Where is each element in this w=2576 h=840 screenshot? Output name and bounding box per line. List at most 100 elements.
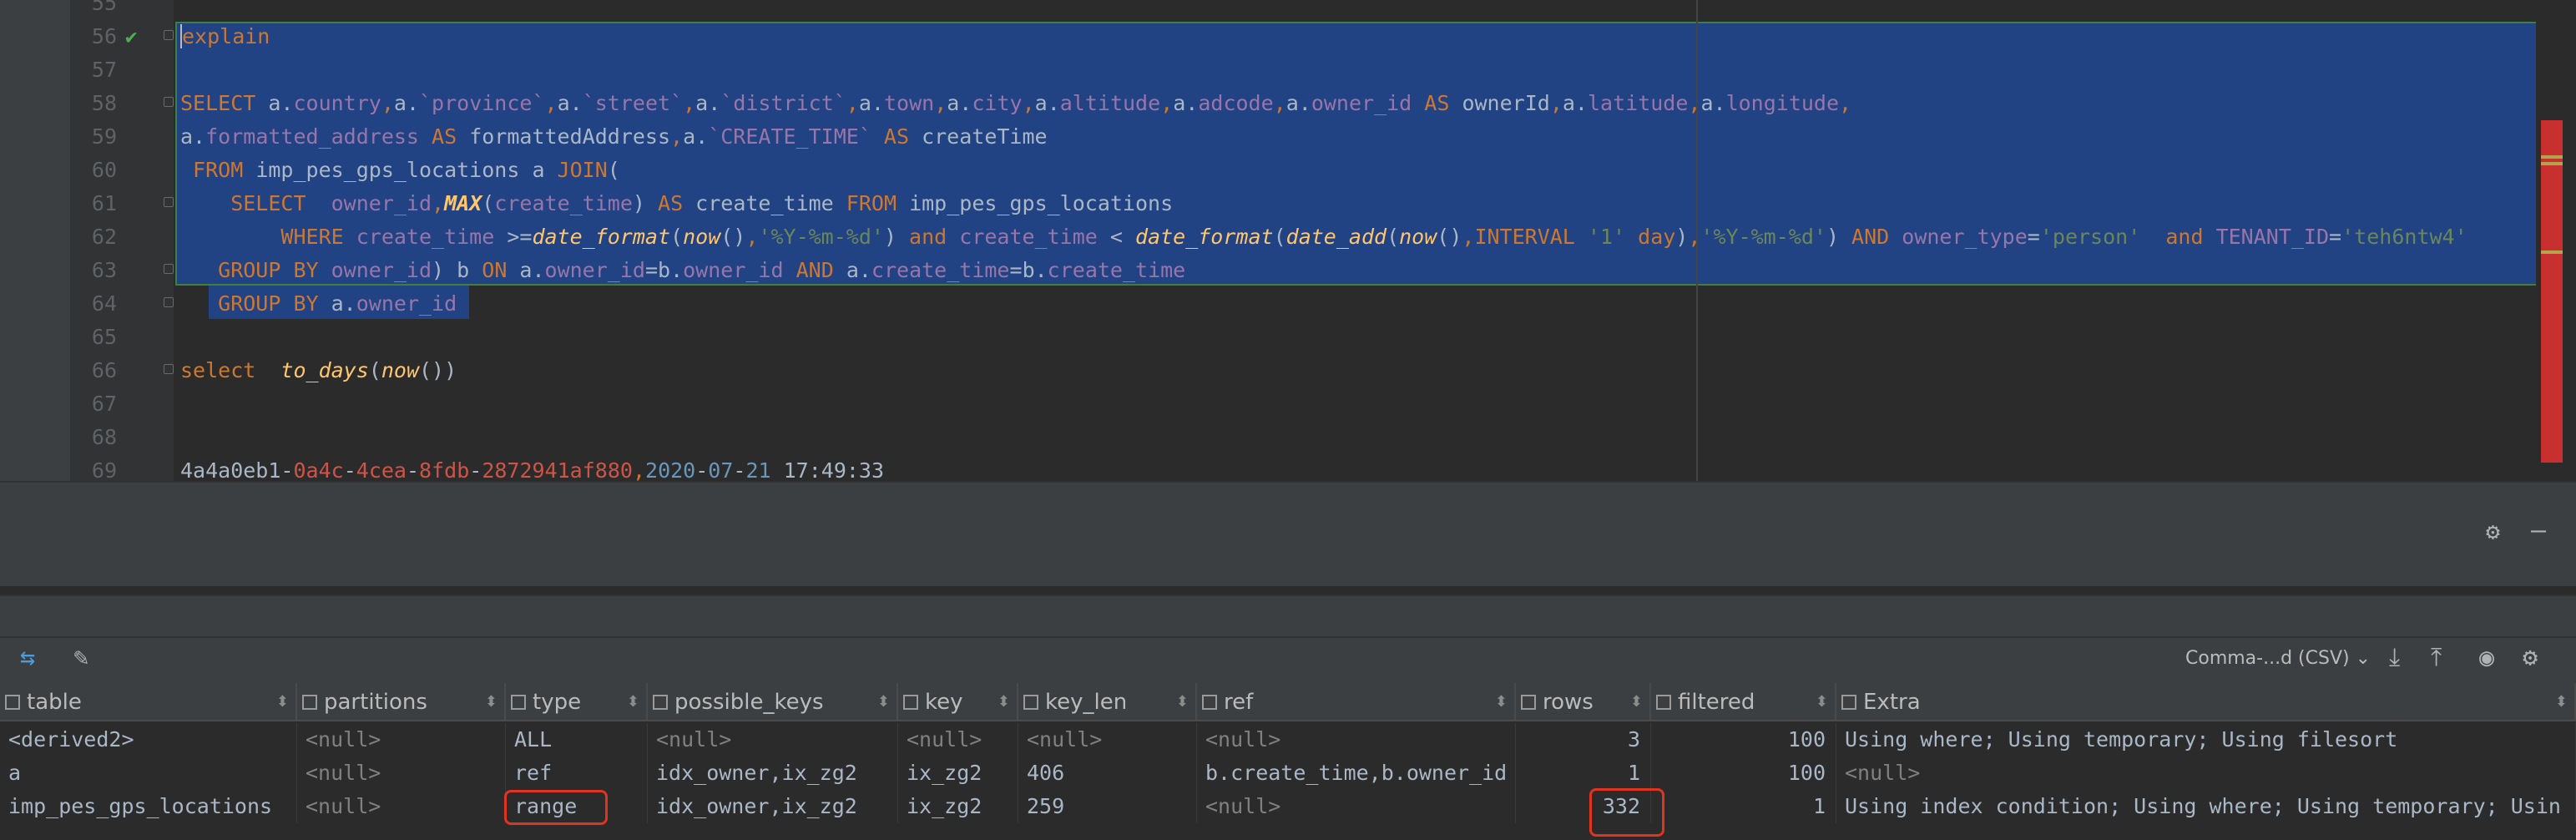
cell-type[interactable]: ref	[506, 757, 648, 790]
cell-rows[interactable]: 1	[1516, 757, 1651, 790]
column-header-possible-keys[interactable]: possible_keys ⬍	[648, 683, 898, 721]
code-text[interactable]: 4a4a0eb1-0a4c-4cea-8fdb-2872941af880,202…	[180, 454, 884, 481]
sort-icon[interactable]: ⬍	[2555, 683, 2568, 721]
code-line[interactable]: 65	[0, 321, 2576, 354]
column-label: rows	[1543, 690, 1594, 715]
run-success-icon[interactable]: ✔	[125, 20, 137, 53]
code-token: date_format	[1135, 225, 1274, 249]
sql-editor[interactable]: 55 56 ✔ explain 57 58 SELECT a.country,a.`prov…	[0, 0, 2576, 481]
cell-extra[interactable]: Using where; Using temporary; Using file…	[1836, 723, 2576, 757]
code-token: =	[644, 258, 659, 282]
code-token: ,	[1549, 91, 1563, 115]
sort-icon[interactable]: ⬍	[627, 683, 639, 721]
sort-icon[interactable]: ⬍	[877, 683, 890, 721]
code-line[interactable]: 63 GROUP BY owner_id) b ON a.owner_id=b.…	[0, 254, 2576, 287]
cell-key-len[interactable]: 259	[1018, 790, 1197, 823]
table-row[interactable]: a <null> ref idx_owner,ix_zg2 ix_zg2 406 b.cre…	[0, 757, 2576, 790]
fold-marker-icon[interactable]	[164, 264, 174, 274]
cell-partitions[interactable]: <null>	[297, 757, 506, 790]
cell-possible-keys[interactable]: idx_owner,ix_zg2	[648, 757, 898, 790]
cell-ref[interactable]: <null>	[1197, 723, 1516, 757]
code-line[interactable]: 61 SELECT owner_id,MAX(create_time) AS c…	[0, 187, 2576, 220]
column-header-extra[interactable]: Extra ⬍	[1836, 683, 2576, 721]
code-text[interactable]: select to_days(now())	[180, 354, 457, 387]
cell-key[interactable]: ix_zg2	[898, 790, 1018, 823]
sort-icon[interactable]: ⬍	[1816, 683, 1828, 721]
column-header-key-len[interactable]: key_len ⬍	[1018, 683, 1197, 721]
code-line[interactable]: 62 WHERE create_time >=date_format(now()…	[0, 220, 2576, 254]
code-line[interactable]: 66 select to_days(now())	[0, 354, 2576, 387]
code-token: (	[368, 358, 381, 382]
cell-key-len[interactable]: 406	[1018, 757, 1197, 790]
eye-icon[interactable]: ◉	[2479, 643, 2494, 672]
column-header-ref[interactable]: ref ⬍	[1197, 683, 1516, 721]
table-row[interactable]: imp_pes_gps_locations <null> range idx_owne…	[0, 790, 2576, 823]
pin-icon[interactable]: ✎	[73, 643, 88, 672]
column-header-type[interactable]: type ⬍	[506, 683, 648, 721]
sort-icon[interactable]: ⬍	[998, 683, 1010, 721]
export-format-select[interactable]: Comma-...d (CSV) ⌄	[2185, 648, 2371, 669]
cell-possible-keys[interactable]: idx_owner,ix_zg2	[648, 790, 898, 823]
cell-ref[interactable]: b.create_time,b.owner_id	[1197, 757, 1516, 790]
code-text[interactable]: FROM imp_pes_gps_locations a JOIN(	[180, 154, 620, 187]
column-header-rows[interactable]: rows ⬍	[1516, 683, 1651, 721]
table-row[interactable]: <derived2> <null> ALL <null> <null> <null> <nu…	[0, 723, 2576, 757]
cell-ref[interactable]: <null>	[1197, 790, 1516, 823]
minimize-icon[interactable]: —	[2531, 516, 2546, 545]
layout-icon[interactable]: ⇆	[20, 643, 35, 672]
code-text[interactable]: SELECT a.country,a.`province`,a.`street`…	[180, 87, 1851, 120]
code-text[interactable]: explain	[180, 20, 270, 53]
code-line[interactable]: 69 4a4a0eb1-0a4c-4cea-8fdb-2872941af880,2…	[0, 454, 2576, 481]
code-text[interactable]: GROUP BY owner_id) b ON a.owner_id=b.own…	[180, 254, 1185, 287]
column-header-filtered[interactable]: filtered ⬍	[1651, 683, 1836, 721]
code-line[interactable]: 58 SELECT a.country,a.`province`,a.`stree…	[0, 87, 2576, 120]
gear-icon[interactable]: ⚙	[2486, 518, 2500, 545]
sort-icon[interactable]: ⬍	[1630, 683, 1643, 721]
code-text[interactable]: SELECT owner_id,MAX(create_time) AS crea…	[180, 187, 1173, 220]
cell-table[interactable]: imp_pes_gps_locations	[0, 790, 297, 823]
cell-table[interactable]: a	[0, 757, 297, 790]
sort-icon[interactable]: ⬍	[1495, 683, 1508, 721]
sort-icon[interactable]: ⬍	[276, 683, 289, 721]
sort-icon[interactable]: ⬍	[485, 683, 498, 721]
cell-possible-keys[interactable]: <null>	[648, 723, 898, 757]
column-icon	[1521, 695, 1536, 710]
cell-key-len[interactable]: <null>	[1018, 723, 1197, 757]
code-line[interactable]: 64 GROUP BY a.owner_id	[0, 287, 2576, 321]
cell-key[interactable]: ix_zg2	[898, 757, 1018, 790]
cell-partitions[interactable]: <null>	[297, 790, 506, 823]
cell-filtered[interactable]: 100	[1651, 757, 1836, 790]
cell-extra[interactable]: <null>	[1836, 757, 2576, 790]
fold-marker-icon[interactable]	[164, 197, 174, 207]
upload-icon[interactable]: ⤒	[2431, 643, 2442, 672]
fold-marker-icon[interactable]	[164, 297, 174, 307]
code-line[interactable]: 67	[0, 387, 2576, 421]
settings-gear-icon[interactable]: ⚙	[2523, 643, 2538, 672]
code-text[interactable]: WHERE create_time >=date_format(now(),'%…	[180, 220, 2467, 254]
sort-icon[interactable]: ⬍	[1176, 683, 1189, 721]
column-header-key[interactable]: key ⬍	[898, 683, 1018, 721]
cell-extra[interactable]: Using index condition; Using where; Usin…	[1836, 790, 2576, 823]
cell-partitions[interactable]: <null>	[297, 723, 506, 757]
code-text[interactable]: a.formatted_address AS formattedAddress,…	[180, 120, 1048, 154]
cell-filtered[interactable]: 1	[1651, 790, 1836, 823]
code-text[interactable]: GROUP BY a.owner_id	[180, 287, 457, 321]
fold-marker-icon[interactable]	[164, 97, 174, 107]
fold-marker-icon[interactable]	[164, 364, 174, 374]
code-line[interactable]: 68	[0, 421, 2576, 454]
column-header-table[interactable]: table ⬍	[0, 683, 297, 721]
code-line[interactable]: 55	[0, 0, 2576, 20]
cell-table[interactable]: <derived2>	[0, 723, 297, 757]
fold-marker-icon[interactable]	[164, 30, 174, 40]
code-token: and	[2165, 225, 2216, 249]
column-header-partitions[interactable]: partitions ⬍	[297, 683, 506, 721]
code-line[interactable]: 57	[0, 53, 2576, 87]
code-line[interactable]: 59 a.formatted_address AS formattedAddres…	[0, 120, 2576, 154]
cell-type[interactable]: ALL	[506, 723, 648, 757]
cell-filtered[interactable]: 100	[1651, 723, 1836, 757]
code-line[interactable]: 60 FROM imp_pes_gps_locations a JOIN(	[0, 154, 2576, 187]
cell-rows[interactable]: 3	[1516, 723, 1651, 757]
download-icon[interactable]: ⤓	[2389, 643, 2400, 672]
cell-key[interactable]: <null>	[898, 723, 1018, 757]
code-line[interactable]: 56 ✔ explain	[0, 20, 2576, 53]
